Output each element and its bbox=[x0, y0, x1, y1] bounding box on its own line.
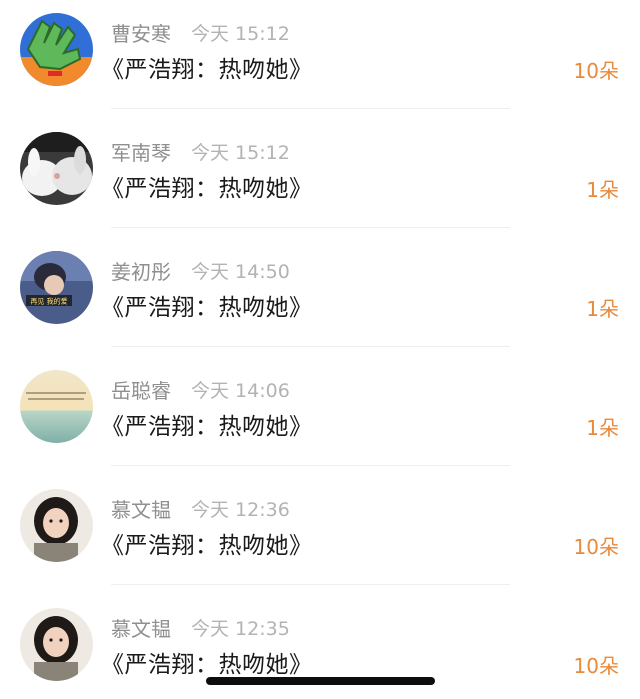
message-text: 《严浩翔：热吻她》 bbox=[101, 414, 313, 440]
sender-name[interactable]: 慕文韫 bbox=[111, 494, 171, 523]
avatar[interactable]: 再见 我的爱 bbox=[20, 251, 93, 324]
message-text: 《严浩翔：热吻她》 bbox=[101, 652, 313, 678]
timestamp: 今天 12:36 bbox=[191, 499, 290, 521]
divider bbox=[111, 346, 510, 347]
divider bbox=[111, 465, 510, 466]
avatar[interactable] bbox=[20, 13, 93, 86]
sender-name[interactable]: 姜初彤 bbox=[111, 256, 171, 285]
divider bbox=[111, 108, 510, 109]
photo-with-caption-avatar-icon: 再见 我的爱 bbox=[20, 251, 93, 324]
sender-name[interactable]: 慕文韫 bbox=[111, 613, 171, 642]
divider bbox=[111, 584, 510, 585]
flower-count: 1朵 bbox=[586, 178, 619, 202]
sender-name[interactable]: 军南琴 bbox=[111, 137, 171, 166]
kissing-bunnies-avatar-icon bbox=[20, 132, 93, 205]
avatar[interactable] bbox=[20, 132, 93, 205]
divider bbox=[111, 227, 510, 228]
timestamp: 今天 14:50 bbox=[191, 261, 290, 283]
timestamp: 今天 15:12 bbox=[191, 142, 290, 164]
flower-count: 1朵 bbox=[586, 416, 619, 440]
avatar[interactable] bbox=[20, 370, 93, 443]
flower-count: 10朵 bbox=[573, 59, 619, 83]
svg-text:再见 我的爱: 再见 我的爱 bbox=[30, 297, 67, 306]
message-text: 《严浩翔：热吻她》 bbox=[101, 295, 313, 321]
avatar[interactable] bbox=[20, 489, 93, 562]
message-text: 《严浩翔：热吻她》 bbox=[101, 176, 313, 202]
sea-landscape-avatar-icon bbox=[20, 370, 93, 443]
list-item[interactable]: 岳聪睿 今天 14:06 《严浩翔：热吻她》 1朵 bbox=[0, 357, 640, 476]
flower-count: 10朵 bbox=[573, 654, 619, 678]
sender-name[interactable]: 岳聪睿 bbox=[111, 375, 171, 404]
flower-count: 1朵 bbox=[586, 297, 619, 321]
list-item[interactable]: 曹安寒 今天 15:12 《严浩翔：热吻她》 10朵 bbox=[0, 0, 640, 119]
message-text: 《严浩翔：热吻她》 bbox=[101, 533, 313, 559]
timestamp: 今天 12:35 bbox=[191, 618, 290, 640]
green-hand-avatar-icon bbox=[20, 13, 93, 86]
timestamp: 今天 14:06 bbox=[191, 380, 290, 402]
list-item[interactable]: 慕文韫 今天 12:36 《严浩翔：热吻她》 10朵 bbox=[0, 476, 640, 595]
sender-name[interactable]: 曹安寒 bbox=[111, 18, 171, 47]
message-text: 《严浩翔：热吻她》 bbox=[101, 57, 313, 83]
list-item[interactable]: 军南琴 今天 15:12 《严浩翔：热吻她》 1朵 bbox=[0, 119, 640, 238]
home-indicator[interactable] bbox=[206, 677, 435, 685]
girl-portrait-avatar-icon bbox=[20, 608, 93, 681]
avatar[interactable] bbox=[20, 608, 93, 681]
gift-record-list: 曹安寒 今天 15:12 《严浩翔：热吻她》 10朵 军南琴 今天 15:12 … bbox=[0, 0, 640, 699]
flower-count: 10朵 bbox=[573, 535, 619, 559]
list-item[interactable]: 再见 我的爱 姜初彤 今天 14:50 《严浩翔：热吻她》 1朵 bbox=[0, 238, 640, 357]
girl-portrait-avatar-icon bbox=[20, 489, 93, 562]
timestamp: 今天 15:12 bbox=[191, 23, 290, 45]
